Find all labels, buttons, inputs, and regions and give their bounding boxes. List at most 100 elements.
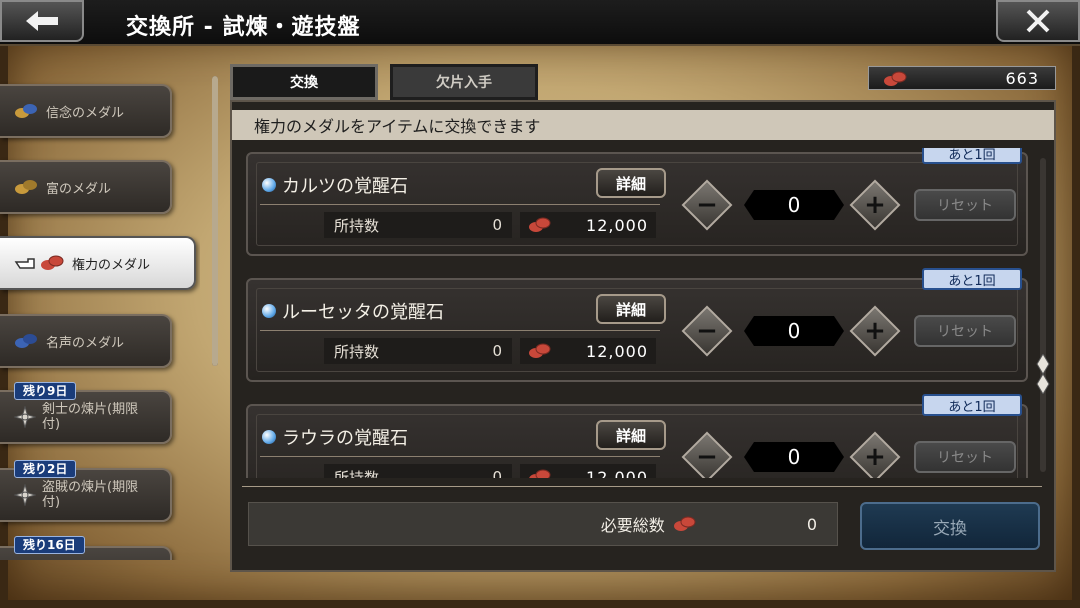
back-button[interactable] <box>0 0 84 42</box>
sidebar-scrollbar[interactable] <box>212 76 218 366</box>
detail-button[interactable]: 詳細 <box>596 420 666 450</box>
cost-display: 12,000 <box>520 212 656 238</box>
item-name: ルーセッタの覚醒石 <box>282 302 444 323</box>
list-item: あと1回 カルツの覚醒石 詳細 所持数 0 12,000 − 0 + リセット <box>246 148 1028 256</box>
total-required-box: 必要総数 0 <box>248 502 838 546</box>
sidebar-item-label: 信念のメダル <box>46 105 125 121</box>
list-item: あと1回 ラウラの覚醒石 詳細 所持数 0 12,000 − 0 + リセット <box>246 394 1028 478</box>
remaining-count-badge: あと1回 <box>922 268 1022 290</box>
medal-icon <box>529 469 551 478</box>
remaining-days-badge: 残り9日 <box>14 382 77 400</box>
quantity-display: 0 <box>744 190 844 220</box>
exchange-button[interactable]: 交換 <box>860 502 1040 550</box>
plus-icon: + <box>864 190 886 220</box>
item-name-row: カルツの覚醒石 <box>262 172 408 198</box>
quantity-display: 0 <box>744 316 844 346</box>
close-button[interactable] <box>996 0 1080 42</box>
item-name: カルツの覚醒石 <box>282 176 408 197</box>
decrease-button[interactable]: − <box>681 179 733 231</box>
header-bar: 交換所 - 試煉・遊技盤 <box>0 0 1080 46</box>
page-title: 交換所 - 試煉・遊技盤 <box>126 15 361 40</box>
cost-value: 12,000 <box>586 341 648 361</box>
detail-button[interactable]: 詳細 <box>596 168 666 198</box>
divider <box>260 456 660 457</box>
remaining-count-badge: あと1回 <box>922 394 1022 416</box>
reset-button[interactable]: リセット <box>914 189 1016 221</box>
plus-icon: + <box>864 442 886 472</box>
total-required-label: 必要総数 <box>600 516 665 535</box>
decrease-button[interactable]: − <box>681 305 733 357</box>
owned-label: 所持数 <box>334 342 380 361</box>
gem-icon <box>262 178 276 192</box>
item-name-row: ラウラの覚醒石 <box>262 424 408 450</box>
total-required-value: 0 <box>806 514 817 534</box>
divider <box>242 486 1042 487</box>
increase-button[interactable]: + <box>849 179 901 231</box>
panel-description: 権力のメダルをアイテムに交換できます <box>232 110 1054 140</box>
gem-icon <box>262 304 276 318</box>
increase-button[interactable]: + <box>849 431 901 478</box>
category-sidebar[interactable]: 信念のメダル 富のメダル 権力のメダル 名声のメダル 剣士の煉片(期限付) 残り… <box>0 80 200 560</box>
minus-icon: − <box>696 316 718 346</box>
owned-label: 所持数 <box>334 468 380 479</box>
sidebar-item-wealth-medal[interactable]: 富のメダル <box>0 160 172 214</box>
item-list-scrollbar[interactable] <box>1036 158 1050 472</box>
divider <box>260 330 660 331</box>
scroll-thumb[interactable] <box>212 76 218 366</box>
fragment-icon <box>14 484 36 506</box>
medal-icon <box>15 104 37 118</box>
owned-value: 0 <box>492 342 502 360</box>
owned-count: 所持数 0 <box>324 464 512 478</box>
pointing-hand-icon <box>14 258 35 269</box>
medal-icon <box>15 180 37 194</box>
sidebar-item-label: 名声のメダル <box>46 335 125 351</box>
owned-value: 0 <box>492 468 502 478</box>
back-arrow-icon <box>26 11 58 31</box>
list-item: あと1回 ルーセッタの覚醒石 詳細 所持数 0 12,000 − 0 + リセッ… <box>246 268 1028 382</box>
sidebar-item-label: 盗賊の煉片(期限付) <box>42 480 139 510</box>
owned-label: 所持数 <box>334 216 380 235</box>
cost-value: 12,000 <box>586 467 648 479</box>
medal-icon <box>529 217 551 232</box>
sidebar-item-label: 富のメダル <box>46 181 112 197</box>
medal-icon <box>673 516 696 531</box>
medal-icon <box>529 343 551 358</box>
gem-icon <box>262 430 276 444</box>
exchange-item-list[interactable]: あと1回 カルツの覚醒石 詳細 所持数 0 12,000 − 0 + リセット … <box>232 148 1054 478</box>
cost-value: 12,000 <box>586 215 648 235</box>
sidebar-item-label: 剣士の煉片(期限付) <box>42 402 139 432</box>
currency-display: 663 <box>868 66 1056 90</box>
plus-icon: + <box>864 316 886 346</box>
detail-button[interactable]: 詳細 <box>596 294 666 324</box>
sidebar-item-belief-medal[interactable]: 信念のメダル <box>0 84 172 138</box>
scroll-thumb[interactable] <box>1036 354 1050 394</box>
sidebar-item-power-medal[interactable]: 権力のメダル <box>0 236 196 290</box>
tab-exchange[interactable]: 交換 <box>230 64 378 100</box>
sidebar-item-fame-medal[interactable]: 名声のメダル <box>0 314 172 368</box>
exchange-panel: 権力のメダルをアイテムに交換できます あと1回 カルツの覚醒石 詳細 所持数 0… <box>230 100 1056 572</box>
decrease-button[interactable]: − <box>681 431 733 478</box>
fragment-icon <box>14 406 36 428</box>
cost-display: 12,000 <box>520 464 656 478</box>
quantity-display: 0 <box>744 442 844 472</box>
remaining-days-badge: 残り2日 <box>14 460 77 478</box>
medal-icon <box>15 334 37 348</box>
sidebar-item-label: 権力のメダル <box>72 257 151 273</box>
minus-icon: − <box>696 442 718 472</box>
close-icon <box>1026 9 1050 33</box>
owned-count: 所持数 0 <box>324 212 512 238</box>
tab-fragment-acquire[interactable]: 欠片入手 <box>390 64 538 100</box>
item-name: ラウラの覚醒石 <box>282 428 408 449</box>
remaining-days-badge: 残り16日 <box>14 536 85 554</box>
reset-button[interactable]: リセット <box>914 441 1016 473</box>
owned-count: 所持数 0 <box>324 338 512 364</box>
currency-amount: 663 <box>1005 68 1039 88</box>
item-name-row: ルーセッタの覚醒石 <box>262 298 444 324</box>
increase-button[interactable]: + <box>849 305 901 357</box>
remaining-count-badge: あと1回 <box>922 148 1022 164</box>
minus-icon: − <box>696 190 718 220</box>
reset-button[interactable]: リセット <box>914 315 1016 347</box>
medal-icon <box>884 71 907 86</box>
owned-value: 0 <box>492 216 502 234</box>
cost-display: 12,000 <box>520 338 656 364</box>
